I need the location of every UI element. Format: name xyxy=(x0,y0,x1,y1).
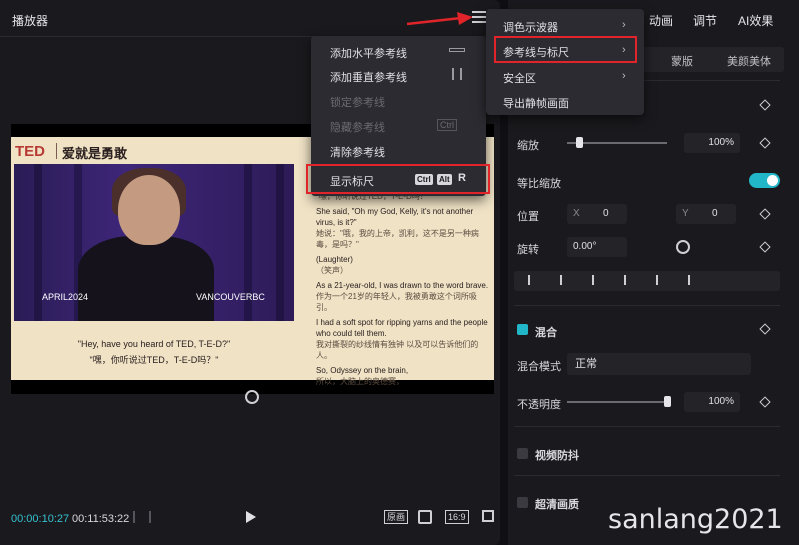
speaker-head xyxy=(118,175,180,245)
hd-label: 超清画质 xyxy=(535,499,579,511)
transcript-en: (Laughter) xyxy=(316,255,353,264)
stabilize-checkbox[interactable] xyxy=(517,448,528,459)
rotation-field[interactable]: 0.00° xyxy=(567,237,627,257)
current-time: 00:00:10:27 xyxy=(11,513,70,525)
position-y-field[interactable]: Y0 xyxy=(676,204,736,224)
waveform-icon[interactable] xyxy=(133,511,151,523)
transcript-zh: 作为一个21岁的年轻人，我被勇敢这个词所吸引。 xyxy=(316,292,477,312)
transcript-en: She said, "Oh my God, Kelly, it's not an… xyxy=(316,207,474,227)
menu-hide-guides[interactable]: 隐藏参考线 xyxy=(330,119,385,135)
section-divider xyxy=(514,305,780,306)
hide-guides-shortcut: Ctrl xyxy=(437,119,457,131)
y-value: 0 xyxy=(712,208,718,219)
x-value: 0 xyxy=(603,208,609,219)
menu-icon[interactable] xyxy=(472,11,486,23)
chevron-right-icon: › xyxy=(622,19,626,31)
horizontal-guide-icon xyxy=(449,48,465,52)
blend-mode-select[interactable]: 正常 xyxy=(567,353,751,375)
aspect-ratio-button[interactable]: 16:9 xyxy=(445,510,469,524)
opacity-label: 不透明度 xyxy=(517,399,561,411)
section-divider xyxy=(514,475,780,476)
x-axis-label: X xyxy=(573,208,580,219)
transcript-en: I had a soft spot for ripping yarns and … xyxy=(316,318,488,338)
opacity-slider[interactable] xyxy=(567,401,667,403)
position-label: 位置 xyxy=(517,211,539,223)
rotation-label: 旋转 xyxy=(517,244,539,256)
scale-value[interactable]: 100% xyxy=(684,133,740,153)
blend-label: 混合 xyxy=(535,327,557,339)
menu-clear-guides[interactable]: 清除参考线 xyxy=(330,144,385,160)
menu-safe-area[interactable]: 安全区 xyxy=(503,70,536,86)
tab-ai-effects[interactable]: AI效果 xyxy=(738,12,773,29)
vertical-guide-icon xyxy=(452,68,462,80)
section-divider xyxy=(514,426,780,427)
rotate-icon[interactable] xyxy=(245,390,259,404)
menu-add-vertical-guide[interactable]: 添加垂直参考线 xyxy=(330,69,407,85)
align-bottom-icon[interactable] xyxy=(688,275,698,285)
align-center-h-icon[interactable] xyxy=(560,275,570,285)
uniform-scale-label: 等比缩放 xyxy=(517,178,561,190)
scale-slider-knob[interactable] xyxy=(576,137,583,148)
tab-adjust[interactable]: 调节 xyxy=(693,12,717,29)
subtab-beauty[interactable]: 美颜美体 xyxy=(727,53,771,69)
align-left-icon[interactable] xyxy=(528,275,538,285)
play-button[interactable] xyxy=(246,511,256,523)
player-title: 播放器 xyxy=(12,14,49,28)
menu-export-frame[interactable]: 导出静帧画面 xyxy=(503,95,569,111)
highlight-box xyxy=(494,36,637,63)
align-toolbar xyxy=(514,271,780,291)
hd-checkbox[interactable] xyxy=(517,497,528,508)
menu-color-scope[interactable]: 调色示波器 xyxy=(503,19,558,35)
uniform-scale-toggle[interactable] xyxy=(749,173,780,188)
tab-animation[interactable]: 动画 xyxy=(649,12,673,29)
transcript-en: As a 21-year-old, I was drawn to the wor… xyxy=(316,281,489,290)
menu-add-horizontal-guide[interactable]: 添加水平参考线 xyxy=(330,45,407,61)
transcript-zh: 所以，大脑上的奥德赛， xyxy=(316,377,404,386)
watermark: sanlang2021 xyxy=(608,504,783,535)
subtab-mask[interactable]: 蒙版 xyxy=(671,53,693,69)
transcript-zh: 她说："哦，我的上帝，凯利，这不是另一种病毒，是吗？" xyxy=(316,229,479,249)
original-quality-button[interactable]: 原画 xyxy=(384,510,409,524)
caption-chinese: "嘿，你听说过TED，T-E-D吗？" xyxy=(89,355,219,365)
blend-mode-label: 混合模式 xyxy=(517,361,561,373)
opacity-slider-knob[interactable] xyxy=(664,396,671,407)
transcript-zh: 我对撕裂的纱线情有独钟 以及可以告诉他们的人。 xyxy=(316,340,479,360)
stage-text-right: VANCOUVERBC xyxy=(196,292,265,302)
fit-frame-icon[interactable] xyxy=(418,510,432,524)
caption-english: "Hey, have you heard of TED, T-E-D?" xyxy=(77,339,231,349)
align-top-icon[interactable] xyxy=(624,275,634,285)
scale-label: 缩放 xyxy=(517,140,539,152)
align-center-v-icon[interactable] xyxy=(656,275,666,285)
transcript-zh: （笑声） xyxy=(316,266,348,275)
title-separator xyxy=(56,143,57,159)
stabilize-label: 视频防抖 xyxy=(535,450,579,462)
menu-lock-guides[interactable]: 锁定参考线 xyxy=(330,94,385,110)
fullscreen-icon[interactable] xyxy=(482,510,494,522)
blend-checkbox[interactable] xyxy=(517,324,528,335)
opacity-value[interactable]: 100% xyxy=(684,392,740,412)
ted-logo: TED xyxy=(15,143,45,160)
align-right-icon[interactable] xyxy=(592,275,602,285)
transcript-en: So, Odyssey on the brain, xyxy=(316,366,409,375)
total-time: 00:11:53:22 xyxy=(72,513,130,525)
y-axis-label: Y xyxy=(682,208,689,219)
stage-text-left: APRIL2024 xyxy=(42,292,89,302)
video-title: 爱就是勇敢 xyxy=(62,146,128,161)
red-arrow-annotation xyxy=(406,12,473,26)
transcript: "嘿，你听说过TED，T-E-D吗？" She said, "Oh my God… xyxy=(316,191,492,387)
speaker-body xyxy=(78,236,214,321)
highlight-box xyxy=(306,164,490,194)
chevron-right-icon: › xyxy=(622,70,626,82)
rotation-dial-icon[interactable] xyxy=(676,240,690,254)
position-x-field[interactable]: X0 xyxy=(567,204,627,224)
